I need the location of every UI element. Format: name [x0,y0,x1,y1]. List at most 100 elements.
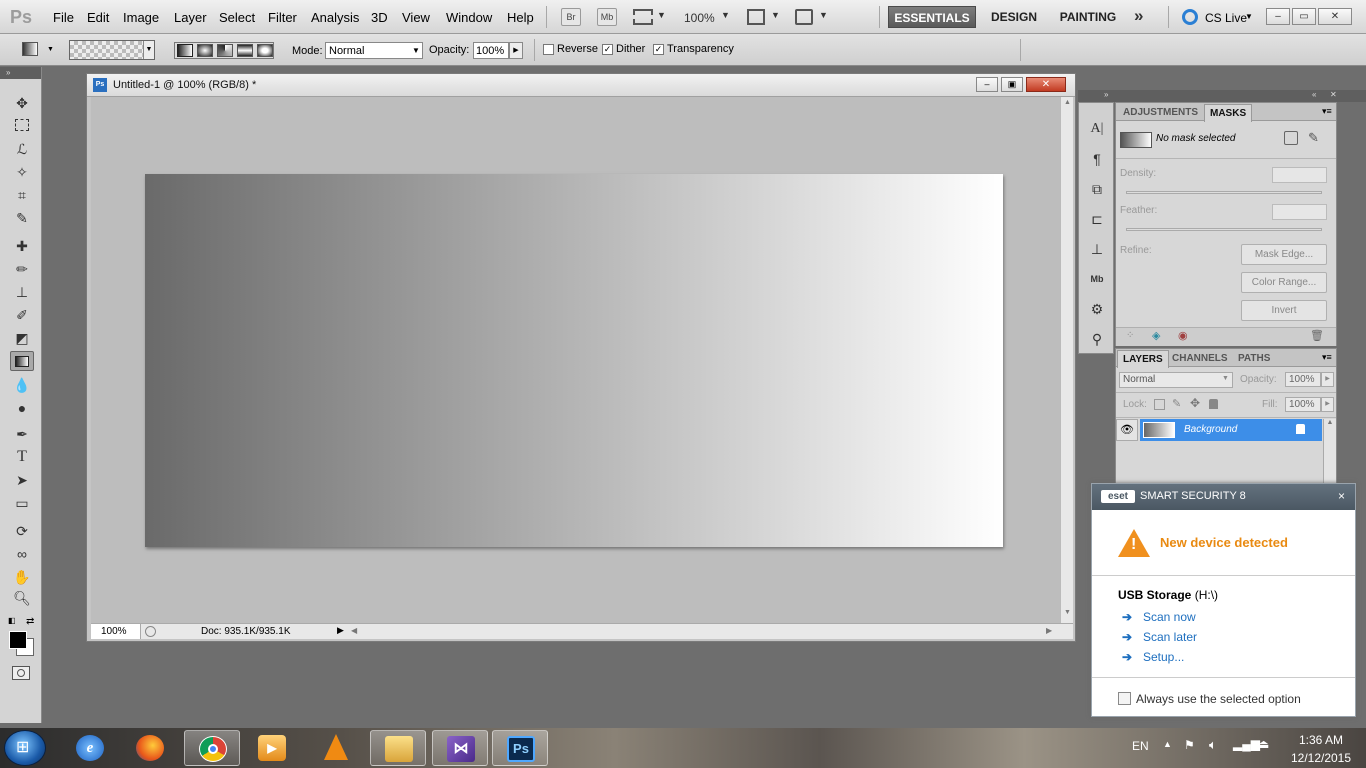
status-zoom[interactable]: 100% [91,624,141,639]
rectangle-tool-icon[interactable]: ▭ [10,493,34,513]
brush-panel-icon[interactable]: ⧉ [1087,179,1107,199]
network-icon[interactable]: ▂▄▆ [1233,737,1260,751]
fill-arrow-icon[interactable]: ▶ [1321,397,1334,412]
foreground-color-swatch[interactable] [9,631,27,649]
screen-mode-icon[interactable] [795,9,813,25]
lock-image-icon[interactable]: ✎ [1172,397,1181,410]
scroll-up-icon[interactable]: ▲ [1064,99,1071,106]
scan-now-link[interactable]: Scan now [1143,610,1196,624]
pen-tool-icon[interactable]: ✒ [10,424,34,444]
tab-channels[interactable]: CHANNELS [1168,350,1232,367]
safely-remove-hardware-icon[interactable]: ⏏ [1258,737,1269,751]
menu-analysis[interactable]: Analysis [311,10,359,25]
pixel-mask-icon[interactable] [1284,131,1298,145]
close-button[interactable]: ✕ [1318,8,1352,25]
reverse-checkbox[interactable] [543,44,554,55]
zoom-tool-icon[interactable]: 🔍︎ [10,588,34,608]
lock-transparent-icon[interactable] [1154,399,1165,410]
menu-filter[interactable]: Filter [268,10,297,25]
lock-all-icon[interactable] [1209,399,1218,409]
menu-file[interactable]: File [53,10,74,25]
linear-gradient-icon[interactable] [177,44,193,57]
chevron-down-icon[interactable]: ▼ [1245,12,1253,21]
tab-masks[interactable]: MASKS [1204,104,1253,122]
quick-selection-tool-icon[interactable]: ✧ [10,162,34,182]
history-brush-tool-icon[interactable]: ✐ [10,305,34,325]
menu-window[interactable]: Window [446,10,492,25]
taskbar-firefox[interactable] [122,730,178,766]
blur-tool-icon[interactable]: 💧 [10,375,34,395]
workspace-painting[interactable]: PAINTING [1052,6,1124,28]
feather-field[interactable] [1272,204,1327,220]
transparency-checkbox[interactable]: ✓ [653,44,664,55]
taskbar-internet-explorer[interactable]: e [62,730,118,766]
minibridge-panel-icon[interactable]: Mb [1087,269,1107,289]
path-selection-tool-icon[interactable]: ➤ [10,470,34,490]
fill-input[interactable]: 100% [1285,397,1321,412]
trash-icon[interactable]: 🗑︎ [1310,329,1324,342]
3d-orbit-tool-icon[interactable]: ∞ [10,544,34,564]
layer-row[interactable]: Background [1140,419,1322,441]
apply-mask-icon[interactable]: ◈ [1152,329,1160,342]
document-titlebar[interactable]: Ps Untitled-1 @ 100% (RGB/8) * – ▣ ✕ [87,74,1075,97]
canvas-gradient[interactable] [145,174,1003,547]
bridge-button[interactable]: Br [561,8,581,26]
clone-source-panel-icon[interactable]: ⊏ [1087,209,1107,229]
vertical-scrollbar[interactable]: ▲ ▼ [1060,97,1073,623]
status-menu-icon[interactable]: ▶ [337,625,347,638]
vector-mask-icon[interactable]: ✎ [1308,130,1319,146]
cs-live-label[interactable]: CS Live [1205,11,1247,25]
radial-gradient-icon[interactable] [197,44,213,57]
diamond-gradient-icon[interactable] [257,44,273,57]
taskbar-chrome[interactable] [184,730,240,766]
always-use-checkbox[interactable] [1118,692,1131,705]
scan-later-link[interactable]: Scan later [1143,630,1197,644]
arrange-documents-icon[interactable] [747,9,765,25]
scroll-left-icon[interactable]: ◀ [351,626,357,635]
clock-date[interactable]: 12/12/2015 [1287,751,1355,765]
color-range-button[interactable]: Color Range... [1241,272,1327,293]
disable-mask-icon[interactable]: ◉ [1178,329,1188,342]
crop-tool-icon[interactable]: ⌗ [10,185,34,205]
opacity-slider-button[interactable]: ▶ [509,42,523,59]
usb-device-panel-icon[interactable]: ⚲ [1087,329,1107,349]
volume-icon[interactable]: 🔈︎ [1209,737,1217,753]
more-workspaces-icon[interactable]: » [1134,6,1143,26]
taskbar-media-player[interactable]: ▶ [244,730,300,766]
workspace-essentials[interactable]: ESSENTIALS [888,6,976,28]
menu-help[interactable]: Help [507,10,534,25]
3d-panel-icon[interactable]: ⚙ [1087,299,1107,319]
eyedropper-tool-icon[interactable]: ✎ [10,208,34,228]
dock-collapse-icon[interactable]: » [1104,90,1108,99]
doc-minimize-button[interactable]: – [976,77,998,92]
status-info-icon[interactable] [145,626,156,637]
clone-stamp-tool-icon[interactable]: ⊥ [10,282,34,302]
chevron-down-icon[interactable]: ▼ [721,10,730,20]
chevron-down-icon[interactable]: ▼ [47,46,54,53]
taskbar-vlc[interactable] [308,730,364,766]
layers-scrollbar[interactable]: ▲ [1323,419,1336,489]
show-hidden-icons-icon[interactable]: ▲ [1163,739,1172,749]
healing-brush-tool-icon[interactable]: ✚ [10,236,34,256]
character-panel-icon[interactable]: A| [1087,119,1107,139]
minimize-button[interactable]: – [1266,8,1290,25]
mask-edge-button[interactable]: Mask Edge... [1241,244,1327,265]
lock-position-icon[interactable]: ✥ [1190,396,1200,410]
menu-view[interactable]: View [402,10,430,25]
swap-colors-icon[interactable]: ⇄ [26,616,34,627]
menu-layer[interactable]: Layer [174,10,207,25]
hand-tool-icon[interactable]: ✋ [10,567,34,587]
feather-slider[interactable] [1126,228,1322,231]
scroll-down-icon[interactable]: ▼ [1064,609,1071,616]
clock-time[interactable]: 1:36 AM [1291,733,1351,747]
dock-close-icon[interactable]: ✕ [1330,90,1337,99]
lasso-tool-icon[interactable]: ℒ [10,139,34,159]
eraser-tool-icon[interactable]: ◩ [10,328,34,348]
setup-link[interactable]: Setup... [1143,650,1184,664]
chevron-down-icon[interactable]: ▼ [143,41,154,59]
invert-button[interactable]: Invert [1241,300,1327,321]
menu-edit[interactable]: Edit [87,10,109,25]
dock-expand-icon[interactable]: « [1312,90,1316,99]
move-tool-icon[interactable]: ✥ [10,93,34,113]
brush-tool-icon[interactable]: ✏ [10,259,34,279]
